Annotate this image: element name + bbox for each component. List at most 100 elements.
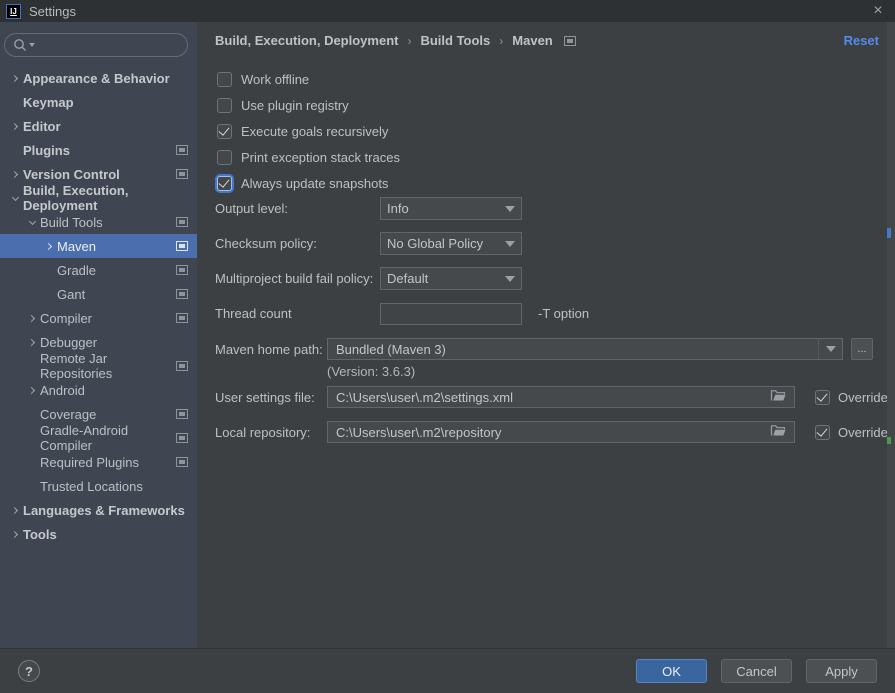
chevron-right-icon[interactable] [25, 383, 40, 397]
sidebar-item-maven[interactable]: Maven [0, 234, 197, 258]
search-options-caret-icon[interactable] [29, 43, 35, 47]
checkbox-row-execute-goals-recursively: Execute goals recursively [217, 118, 400, 144]
settings-box-icon [176, 313, 188, 323]
path-rows: User settings file: C:\Users\user\.m2\set… [215, 386, 888, 456]
sidebar-item-android[interactable]: Android [0, 378, 197, 402]
maven-settings-panel: Build, Execution, Deployment›Build Tools… [197, 22, 895, 648]
override-checkbox-user-settings-file[interactable] [815, 390, 830, 405]
breadcrumb-part-maven[interactable]: Maven [512, 33, 552, 48]
settings-box-icon [176, 265, 188, 275]
sidebar-item-label: Build, Execution, Deployment [23, 183, 197, 213]
sidebar-item-languages-frameworks[interactable]: Languages & Frameworks [0, 498, 197, 522]
chevron-down-icon[interactable] [25, 215, 40, 229]
sidebar-item-build-tools[interactable]: Build Tools [0, 210, 197, 234]
chevron-right-icon[interactable] [8, 527, 23, 541]
checkbox-row-always-update-snapshots: Always update snapshots [217, 170, 400, 196]
chevron-down-icon[interactable] [8, 191, 23, 205]
chevron-right-icon[interactable] [8, 119, 23, 133]
maven-home-combobox[interactable]: Bundled (Maven 3) [327, 338, 843, 360]
select-multiproject-build-fail-policy[interactable]: Default [380, 267, 522, 290]
field-row-thread-count: Thread count-T option [215, 302, 589, 325]
chevron-right-icon[interactable] [8, 167, 23, 181]
breadcrumb: Build, Execution, Deployment›Build Tools… [215, 33, 576, 48]
folder-icon[interactable] [770, 424, 786, 440]
sidebar-item-keymap[interactable]: Keymap [0, 90, 197, 114]
scrollbar[interactable] [887, 22, 895, 648]
checkbox-execute-goals-recursively[interactable] [217, 124, 232, 139]
checkbox-print-exception-stack-traces[interactable] [217, 150, 232, 165]
sidebar-item-trusted-locations[interactable]: Trusted Locations [0, 474, 197, 498]
ok-button[interactable]: OK [636, 659, 707, 683]
sidebar-item-build-execution-deployment[interactable]: Build, Execution, Deployment [0, 186, 197, 210]
apply-button[interactable]: Apply [806, 659, 877, 683]
field-label: Multiproject build fail policy: [215, 271, 380, 286]
input-user-settings-file[interactable]: C:\Users\user\.m2\settings.xml [327, 386, 795, 408]
close-icon[interactable]: × [867, 1, 889, 21]
sidebar-item-gradle[interactable]: Gradle [0, 258, 197, 282]
sidebar-item-required-plugins[interactable]: Required Plugins [0, 450, 197, 474]
sidebar-item-label: Appearance & Behavior [23, 71, 170, 86]
field-row-multiproject-build-fail-policy: Multiproject build fail policy:Default [215, 267, 589, 290]
sidebar-item-editor[interactable]: Editor [0, 114, 197, 138]
chevron-spacer [42, 287, 57, 301]
sidebar-item-plugins[interactable]: Plugins [0, 138, 197, 162]
input-thread-count[interactable] [380, 303, 522, 325]
maven-home-value: Bundled (Maven 3) [328, 342, 454, 357]
sidebar-item-label: Build Tools [40, 215, 103, 230]
sidebar-item-label: Trusted Locations [40, 479, 143, 494]
checkbox-use-plugin-registry[interactable] [217, 98, 232, 113]
select-checksum-policy[interactable]: No Global Policy [380, 232, 522, 255]
breadcrumb-part-build-execution-deployment[interactable]: Build, Execution, Deployment [215, 33, 398, 48]
chevron-right-icon[interactable] [25, 335, 40, 349]
settings-box-icon [176, 241, 188, 251]
checkbox-label: Print exception stack traces [241, 150, 400, 165]
folder-icon[interactable] [770, 389, 786, 405]
checkbox-row-print-exception-stack-traces: Print exception stack traces [217, 144, 400, 170]
checkbox-label: Work offline [241, 72, 309, 87]
path-row-user-settings-file: User settings file: C:\Users\user\.m2\set… [215, 386, 888, 408]
select-value: Info [387, 201, 409, 216]
sidebar-item-appearance-behavior[interactable]: Appearance & Behavior [0, 66, 197, 90]
settings-sidebar: Appearance & Behavior Keymap Editor Plugins… [0, 22, 197, 648]
cancel-button[interactable]: Cancel [721, 659, 792, 683]
field-row-checksum-policy: Checksum policy:No Global Policy [215, 232, 589, 255]
chevron-right-icon[interactable] [42, 239, 57, 253]
path-label: User settings file: [215, 390, 327, 405]
settings-box-icon [176, 169, 188, 179]
path-value: C:\Users\user\.m2\settings.xml [336, 390, 513, 405]
sidebar-item-label: Plugins [23, 143, 70, 158]
chevron-right-icon[interactable] [8, 71, 23, 85]
title-bar: IJ Settings × [0, 0, 895, 22]
checkbox-work-offline[interactable] [217, 72, 232, 87]
settings-box-icon [564, 36, 576, 46]
input-local-repository[interactable]: C:\Users\user\.m2\repository [327, 421, 795, 443]
breadcrumb-part-build-tools[interactable]: Build Tools [420, 33, 490, 48]
sidebar-item-tools[interactable]: Tools [0, 522, 197, 546]
maven-version-label: (Version: 3.6.3) [327, 364, 415, 379]
scrollbar-mark-blue [887, 228, 891, 238]
checkbox-always-update-snapshots[interactable] [217, 176, 232, 191]
chevron-spacer [25, 455, 40, 469]
chevron-right-icon[interactable] [25, 311, 40, 325]
settings-box-icon [176, 409, 188, 419]
sidebar-item-compiler[interactable]: Compiler [0, 306, 197, 330]
reset-link[interactable]: Reset [844, 33, 879, 48]
combobox-dropdown-button[interactable] [818, 339, 842, 359]
field-rows: Output level:InfoChecksum policy:No Glob… [215, 197, 589, 337]
chevron-right-icon[interactable] [8, 503, 23, 517]
chevron-spacer [25, 479, 40, 493]
checkbox-label: Execute goals recursively [241, 124, 388, 139]
override-checkbox-local-repository[interactable] [815, 425, 830, 440]
select-output-level[interactable]: Info [380, 197, 522, 220]
help-button[interactable]: ? [18, 660, 40, 682]
field-suffix-label: -T option [538, 306, 589, 321]
sidebar-item-label: Keymap [23, 95, 74, 110]
search-input[interactable] [4, 33, 188, 57]
sidebar-item-gradle-android-compiler[interactable]: Gradle-Android Compiler [0, 426, 197, 450]
checkbox-label: Use plugin registry [241, 98, 349, 113]
sidebar-item-gant[interactable]: Gant [0, 282, 197, 306]
sidebar-item-remote-jar-repositories[interactable]: Remote Jar Repositories [0, 354, 197, 378]
browse-maven-home-button[interactable]: ... [851, 338, 873, 360]
sidebar-item-label: Tools [23, 527, 57, 542]
sidebar-item-label: Gant [57, 287, 85, 302]
